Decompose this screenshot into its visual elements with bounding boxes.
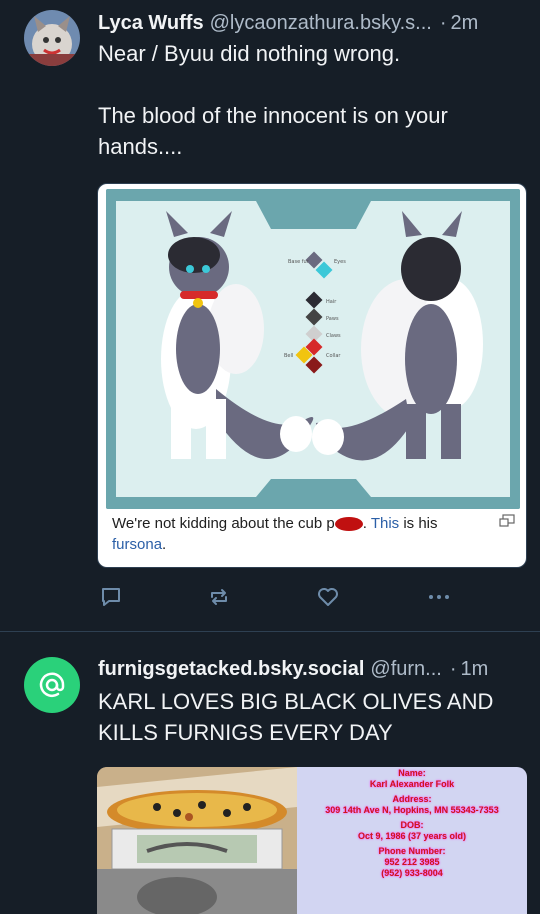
dox-label: Name: [398, 768, 426, 778]
caption-text: . [362, 515, 371, 532]
post-header: Lyca Wuffs @lycaonzathura.bsky.s... · 2m [98, 12, 524, 35]
dox-info-panel[interactable]: Name: Karl Alexander Folk Address: 309 1… [297, 767, 527, 914]
palette-label: Hair [326, 299, 337, 305]
embedded-image-grid[interactable]: Name: Karl Alexander Folk Address: 309 1… [97, 767, 527, 914]
caption-link-this[interactable]: This [371, 515, 399, 532]
post-text: KARL LOVES BIG BLACK OLIVES AND KILLS FU… [98, 686, 520, 748]
post-header: furnigsgetacked.bsky.social @furn... · 1… [98, 658, 524, 681]
avatar[interactable] [24, 10, 80, 66]
redaction-mark [334, 517, 363, 532]
caption-link-fursona[interactable]: fursona [112, 536, 162, 553]
like-icon[interactable] [314, 584, 342, 610]
palette-label: Eyes [334, 259, 346, 265]
dox-value: Karl Alexander Folk [369, 779, 455, 789]
dox-label: DOB: [400, 820, 424, 830]
avatar-default[interactable] [24, 657, 80, 713]
embedded-image-card[interactable]: Base fur Eyes Hair Paws Claws Bell Colla… [97, 183, 527, 568]
repost-icon[interactable] [205, 584, 233, 610]
caption-text: We're not kidding about the cub p [112, 515, 335, 532]
caption-text: is his [399, 515, 438, 532]
dox-value: Oct 9, 1986 (37 years old) [357, 831, 467, 841]
dox-value: 952 212 3985 [384, 857, 440, 867]
text-line: Near / Byuu did nothing wrong. [98, 41, 401, 66]
time-separator: · [439, 12, 447, 34]
caption-text: . [162, 536, 167, 553]
post-actions [97, 584, 457, 610]
dox-value: 309 14th Ave N, Hopkins, MN 55343-7353 [325, 805, 499, 815]
text-blank-line [98, 69, 520, 100]
palette-label: Bell [284, 353, 293, 359]
more-icon[interactable] [425, 584, 453, 610]
handle[interactable]: @furn... [370, 658, 441, 681]
dox-value: (952) 933-8004 [381, 868, 443, 878]
dox-label: Phone Number: [378, 846, 446, 856]
palette-label: Paws [326, 316, 339, 322]
at-sign-icon [39, 672, 65, 697]
reference-sheet-image[interactable]: Base fur Eyes Hair Paws Claws Bell Colla… [106, 189, 520, 509]
reply-icon[interactable] [97, 584, 125, 610]
image-caption: We're not kidding about the cub p. This … [112, 513, 482, 555]
text-line: The blood of the innocent is on your [98, 103, 448, 128]
display-name[interactable]: Lyca Wuffs [98, 12, 204, 35]
handle[interactable]: @lycaonzathura.bsky.s... [210, 12, 432, 35]
post-text: Near / Byuu did nothing wrong. The blood… [98, 38, 520, 162]
palette-label: Claws [326, 333, 341, 339]
palette-label: Collar [326, 353, 341, 359]
text-line: KILLS FURNIGS EVERY DAY [98, 720, 393, 745]
post-lyca[interactable]: Lyca Wuffs @lycaonzathura.bsky.s... · 2m… [0, 0, 540, 632]
display-name[interactable]: furnigsgetacked.bsky.social [98, 658, 364, 681]
post-divider [0, 631, 540, 632]
dox-label: Address: [392, 794, 432, 804]
timestamp: 2m [450, 12, 479, 34]
expand-icon[interactable] [499, 514, 515, 528]
pizza-image[interactable] [97, 767, 297, 914]
time-separator: · [449, 658, 457, 680]
text-line: hands.... [98, 134, 183, 159]
text-line: KARL LOVES BIG BLACK OLIVES AND [98, 689, 494, 714]
timestamp: 1m [460, 658, 489, 680]
palette-label: Base fur [288, 259, 310, 265]
